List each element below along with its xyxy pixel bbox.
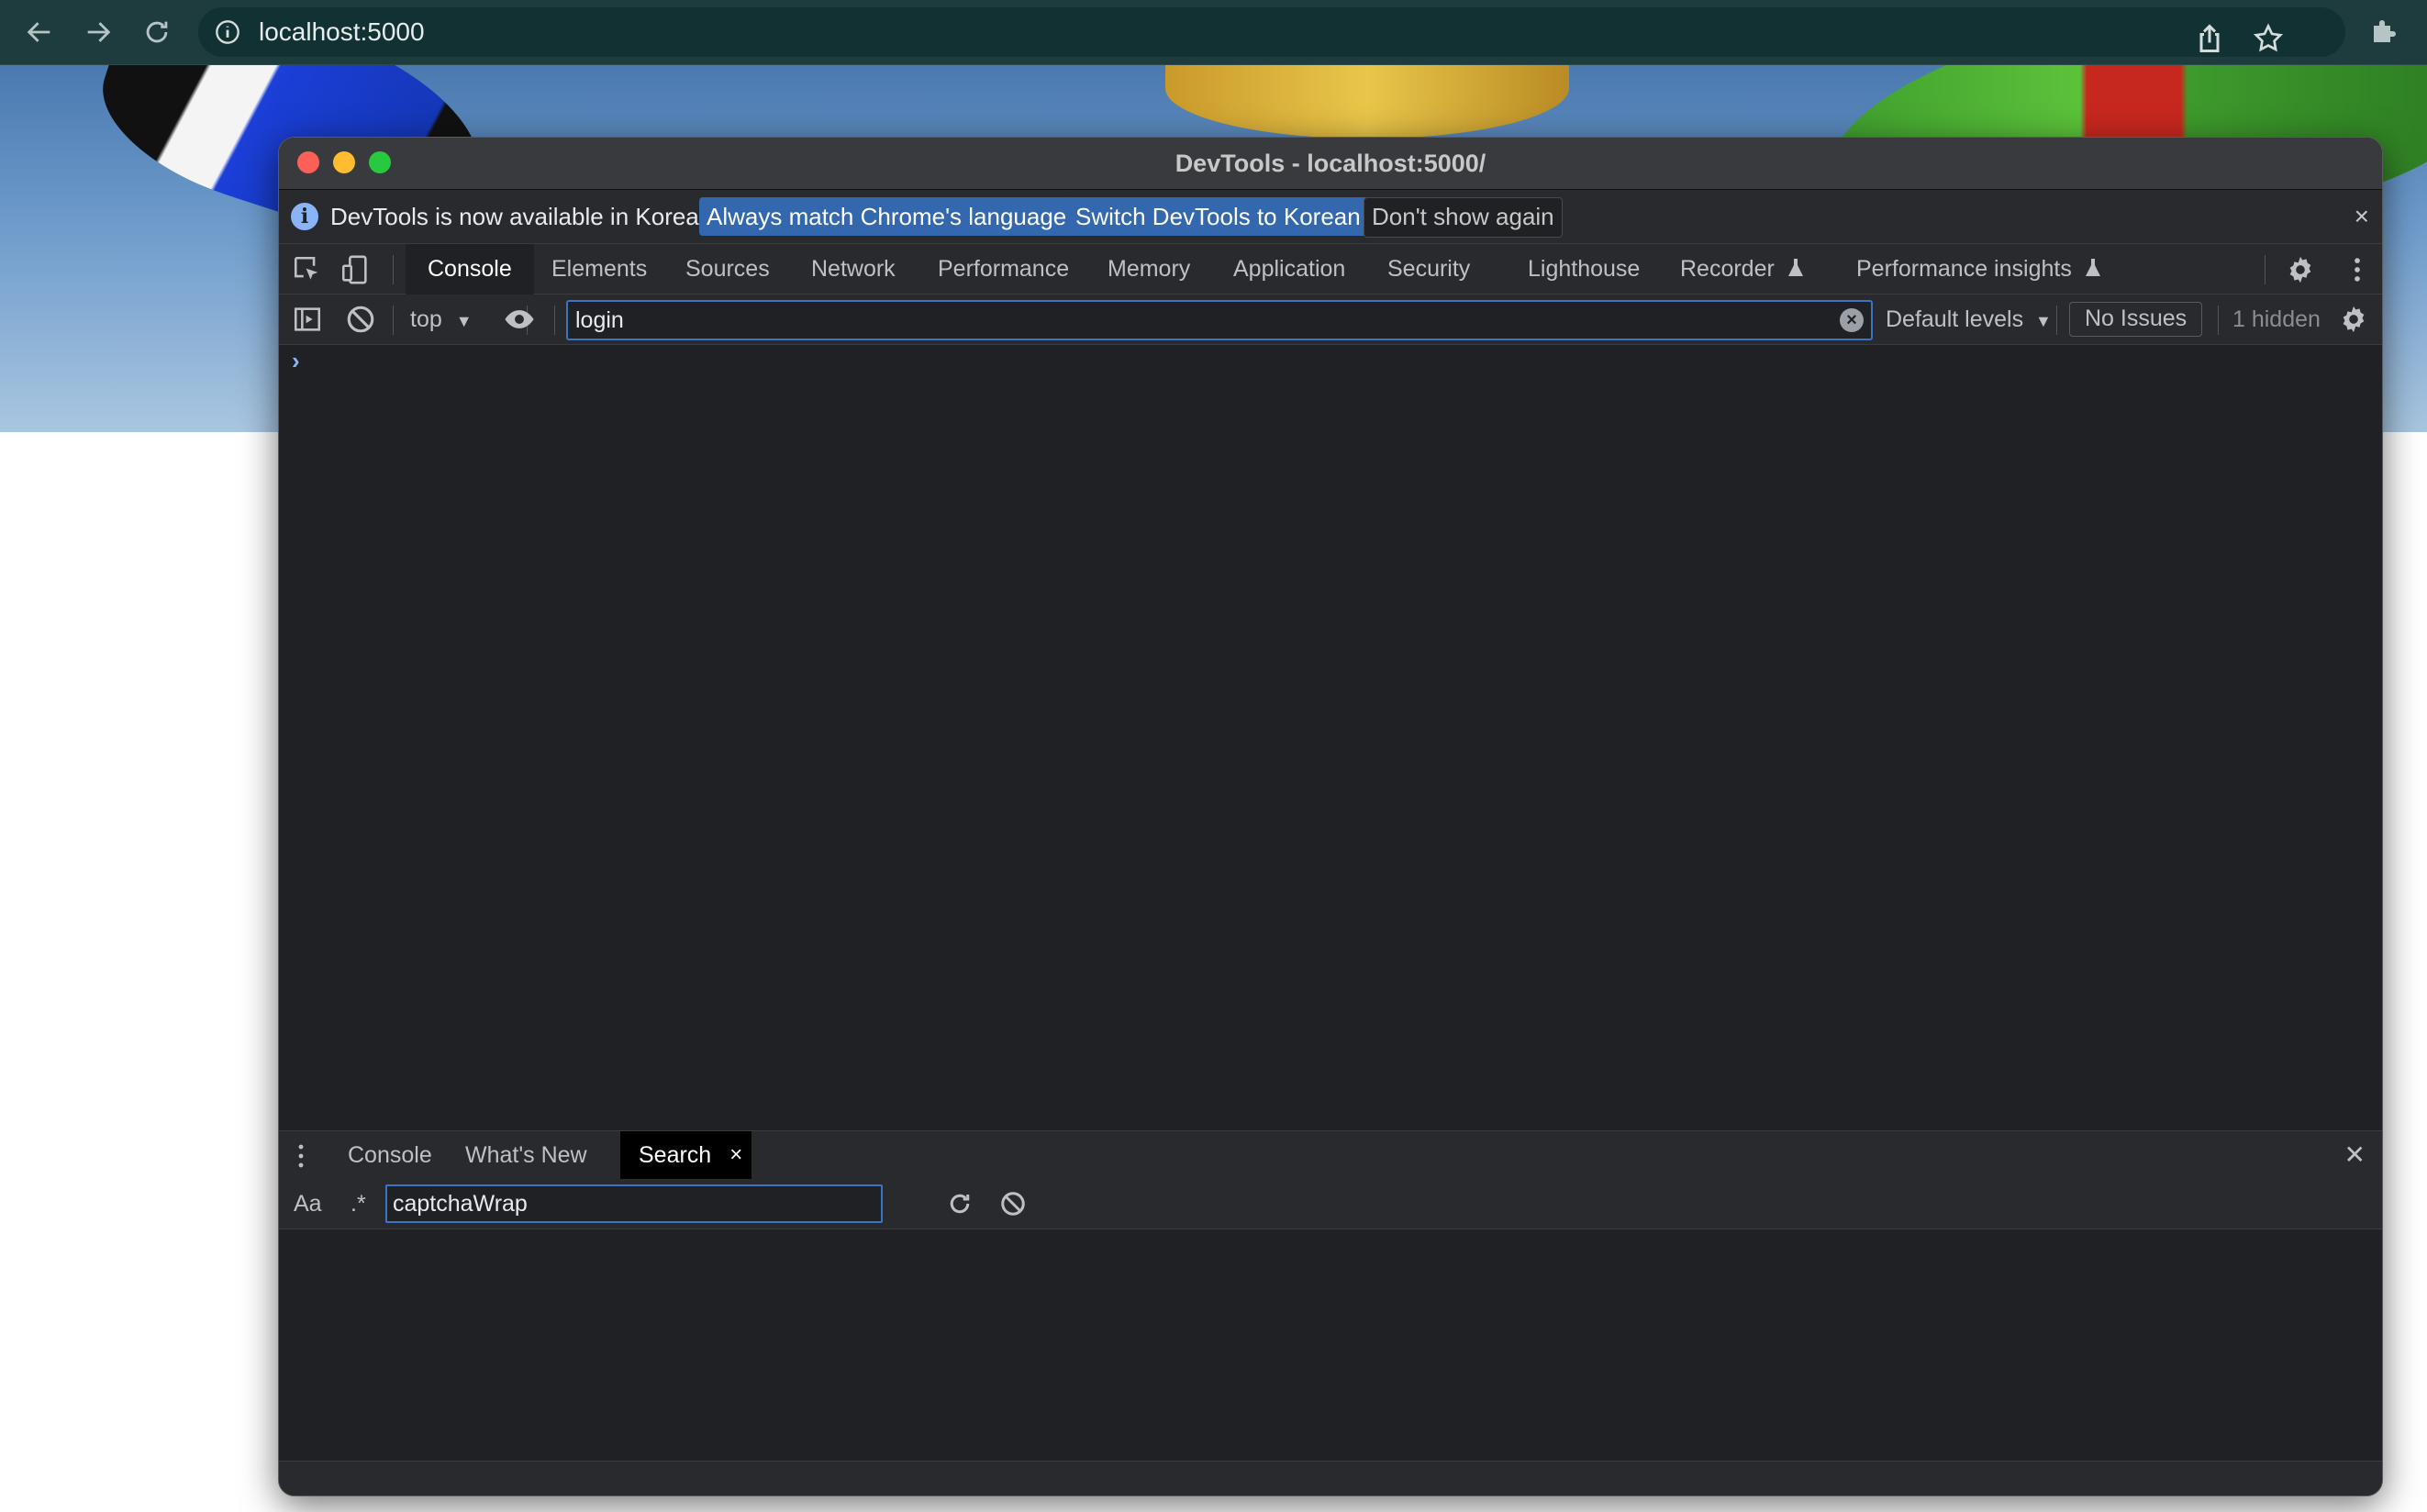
info-icon[interactable] bbox=[215, 19, 240, 45]
device-toolbar-icon[interactable] bbox=[340, 254, 371, 285]
regex-toggle[interactable]: .* bbox=[351, 1179, 366, 1228]
drawer-tab-whats-new[interactable]: What's New bbox=[465, 1131, 587, 1179]
close-drawer-icon[interactable]: ✕ bbox=[2344, 1131, 2366, 1179]
eye-icon[interactable] bbox=[504, 304, 535, 335]
forward-button[interactable] bbox=[75, 9, 121, 55]
tab-lighthouse[interactable]: Lighthouse bbox=[1528, 244, 1640, 294]
tab-performance-insights[interactable]: Performance insights bbox=[1856, 244, 2102, 294]
dont-show-again-button[interactable]: Don't show again bbox=[1364, 197, 1563, 238]
tab-sources[interactable]: Sources bbox=[685, 244, 770, 294]
tab-security[interactable]: Security bbox=[1387, 244, 1470, 294]
reload-button[interactable] bbox=[134, 9, 180, 55]
tab-memory[interactable]: Memory bbox=[1108, 244, 1190, 294]
separator bbox=[2218, 306, 2219, 335]
drawer-tab-search-label: Search bbox=[639, 1142, 712, 1168]
filter-value: login bbox=[575, 307, 624, 333]
separator bbox=[2265, 255, 2266, 284]
address-bar[interactable]: localhost:5000 bbox=[198, 7, 2345, 57]
browser-toolbar: localhost:5000 bbox=[0, 0, 2427, 65]
clear-console-icon[interactable] bbox=[345, 304, 376, 335]
tab-elements[interactable]: Elements bbox=[551, 244, 647, 294]
tab-network[interactable]: Network bbox=[811, 244, 896, 294]
parachute-center bbox=[1165, 65, 1569, 139]
separator bbox=[554, 306, 555, 335]
puzzle-icon[interactable] bbox=[2368, 15, 2401, 48]
always-match-language-button[interactable]: Always match Chrome's language bbox=[699, 197, 1074, 236]
search-value: captchaWrap bbox=[393, 1191, 528, 1217]
context-select[interactable]: top ▼ bbox=[410, 295, 473, 346]
infobar-close-icon[interactable]: × bbox=[2355, 190, 2369, 243]
arrow-left-icon bbox=[27, 22, 50, 42]
switch-to-korean-button[interactable]: Switch DevTools to Korean bbox=[1068, 197, 1368, 236]
tab-performance-insights-label: Performance insights bbox=[1856, 256, 2072, 282]
star-icon[interactable] bbox=[2252, 22, 2285, 55]
devtools-titlebar: DevTools - localhost:5000/ bbox=[279, 138, 2382, 190]
flask-icon bbox=[1787, 259, 1803, 276]
devtools-title: DevTools - localhost:5000/ bbox=[1175, 150, 1486, 177]
clear-search-icon[interactable] bbox=[999, 1190, 1027, 1217]
chevron-down-icon: ▼ bbox=[2035, 312, 2052, 330]
separator bbox=[2056, 306, 2057, 335]
drawer-tab-search[interactable]: Search × bbox=[620, 1131, 752, 1179]
infobar-message: DevTools is now available in Korean! bbox=[330, 203, 719, 230]
flask-icon bbox=[2085, 259, 2100, 276]
tab-application[interactable]: Application bbox=[1233, 244, 1345, 294]
tab-recorder[interactable]: Recorder bbox=[1680, 244, 1805, 294]
close-tab-icon[interactable]: × bbox=[729, 1131, 742, 1179]
separator bbox=[393, 306, 394, 335]
chevron-down-icon: ▼ bbox=[455, 312, 473, 330]
gear-icon[interactable] bbox=[2285, 254, 2316, 285]
drawer-tab-strip: Console What's New Search × ✕ bbox=[279, 1130, 2382, 1180]
tab-performance[interactable]: Performance bbox=[938, 244, 1069, 294]
search-toolbar: Aa .* captchaWrap bbox=[279, 1179, 2382, 1229]
log-levels-value: Default levels bbox=[1886, 306, 2024, 332]
drawer-tab-console[interactable]: Console bbox=[348, 1131, 432, 1179]
reload-icon bbox=[146, 21, 168, 43]
refresh-icon[interactable] bbox=[946, 1190, 974, 1217]
arrow-right-icon bbox=[87, 22, 111, 42]
separator bbox=[393, 255, 394, 284]
issues-button[interactable]: No Issues bbox=[2069, 302, 2203, 337]
console-filter-input[interactable]: login × bbox=[566, 300, 1873, 340]
log-levels-select[interactable]: Default levels ▼ bbox=[1886, 295, 2052, 346]
language-infobar: i DevTools is now available in Korean! A… bbox=[279, 190, 2382, 244]
search-results[interactable] bbox=[279, 1229, 2382, 1461]
back-button[interactable] bbox=[17, 9, 62, 55]
devtools-window: DevTools - localhost:5000/ i DevTools is… bbox=[278, 137, 2383, 1496]
share-icon[interactable] bbox=[2193, 22, 2226, 55]
more-vertical-icon[interactable] bbox=[2342, 254, 2373, 285]
console-toolbar: top ▼ login × Default levels ▼ No Issues… bbox=[279, 295, 2382, 345]
hidden-count: 1 hidden bbox=[2232, 306, 2321, 332]
match-case-toggle[interactable]: Aa bbox=[294, 1179, 322, 1228]
tab-recorder-label: Recorder bbox=[1680, 256, 1775, 282]
drawer-menu-icon[interactable] bbox=[297, 1144, 305, 1168]
search-status-bar bbox=[279, 1461, 2382, 1495]
console-settings-gear-icon[interactable] bbox=[2338, 304, 2369, 335]
show-sidebar-icon[interactable] bbox=[292, 304, 323, 335]
devtools-tab-strip: Console Elements Sources Network Perform… bbox=[279, 244, 2382, 295]
console-output[interactable]: › bbox=[279, 345, 2382, 1266]
inspect-element-icon[interactable] bbox=[292, 254, 323, 285]
tab-console[interactable]: Console bbox=[406, 244, 534, 295]
search-input[interactable]: captchaWrap bbox=[385, 1184, 883, 1223]
console-prompt[interactable]: › bbox=[292, 347, 300, 375]
context-value: top bbox=[410, 306, 442, 332]
info-icon: i bbox=[291, 203, 318, 230]
clear-filter-icon[interactable]: × bbox=[1840, 308, 1864, 332]
url-text: localhost:5000 bbox=[259, 17, 425, 46]
